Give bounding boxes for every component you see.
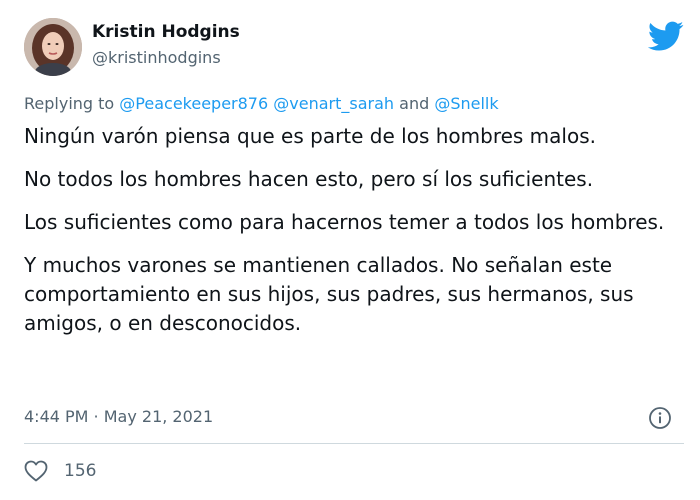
tweet-date: May 21, 2021 (103, 407, 214, 426)
mention-link[interactable]: @venart_sarah (273, 94, 394, 113)
tweet-header: Kristin Hodgins @kristinhodgins (24, 18, 684, 78)
info-icon[interactable] (648, 406, 672, 430)
twitter-bird-icon[interactable] (648, 18, 684, 54)
replying-to-label: Replying to (24, 94, 120, 113)
heart-icon[interactable] (24, 460, 48, 482)
user-handle[interactable]: @kristinhodgins (92, 48, 221, 67)
like-count: 156 (64, 461, 97, 481)
tweet-paragraph: Ningún varón piensa que es parte de los … (24, 124, 596, 148)
divider (24, 443, 684, 444)
tweet-timestamp[interactable]: 4:44 PM · May 21, 2021 (24, 407, 213, 426)
tweet-paragraph: No todos los hombres hacen esto, pero sí… (24, 167, 594, 191)
tweet-time: 4:44 PM (24, 407, 89, 426)
tweet-text: Ningún varón piensa que es parte de los … (24, 122, 684, 352)
tweet-paragraph: Los suficientes como para hacernos temer… (24, 210, 665, 234)
profile-photo (24, 18, 82, 76)
avatar[interactable] (24, 18, 82, 76)
replying-joiner: and (394, 94, 435, 113)
mention-link[interactable]: @Snellk (434, 94, 498, 113)
display-name[interactable]: Kristin Hodgins (92, 22, 240, 42)
mention-link[interactable]: @Peacekeeper876 (119, 94, 268, 113)
replying-to: Replying to @Peacekeeper876 @venart_sara… (24, 94, 499, 113)
tweet-paragraph: Y muchos varones se mantienen callados. … (24, 253, 634, 335)
meta-separator: · (88, 407, 104, 426)
